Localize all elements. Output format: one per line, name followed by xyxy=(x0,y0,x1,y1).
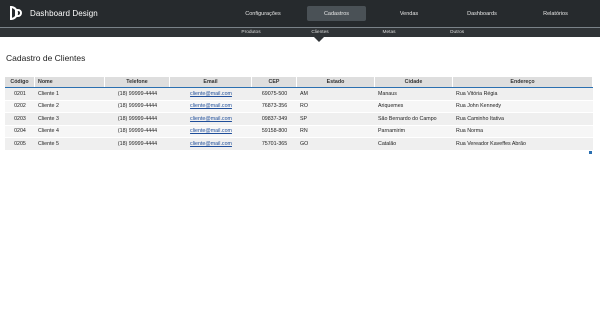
cell-codigo[interactable]: 0204 xyxy=(5,126,35,138)
cell-cidade[interactable]: Manaus xyxy=(375,88,453,100)
cell-codigo[interactable]: 0205 xyxy=(5,138,35,150)
table-row[interactable]: 0204 Cliente 4 (18) 99999-4444 cliente@m… xyxy=(5,125,593,138)
app-title: Dashboard Design xyxy=(30,8,98,18)
nav-item-configuracoes[interactable]: Configurações xyxy=(236,6,290,21)
cell-endereco[interactable]: Rua Caminho Itativa xyxy=(453,113,593,125)
header-nome[interactable]: Nome xyxy=(35,77,105,87)
cell-cidade[interactable]: Catalão xyxy=(375,138,453,150)
cell-endereco[interactable]: Rua Vereador Kaveffes Abrão xyxy=(453,138,593,150)
cell-codigo[interactable]: 0201 xyxy=(5,88,35,100)
header-cidade[interactable]: Cidade xyxy=(375,77,453,87)
cell-endereco[interactable]: Rua Vitória Régia xyxy=(453,88,593,100)
cell-endereco[interactable]: Rua John Kennedy xyxy=(453,101,593,113)
cell-nome[interactable]: Cliente 2 xyxy=(35,101,105,113)
cell-estado[interactable]: RN xyxy=(297,126,375,138)
cell-telefone[interactable]: (18) 99999-4444 xyxy=(105,138,170,150)
brand[interactable]: Dashboard Design xyxy=(10,6,98,20)
subnav-item-outros[interactable]: Outros xyxy=(442,28,472,37)
cell-email-link[interactable]: cliente@mail.com xyxy=(170,88,252,100)
header-email[interactable]: Email xyxy=(170,77,252,87)
header-cep[interactable]: CEP xyxy=(252,77,297,87)
header-codigo[interactable]: Código xyxy=(5,77,35,87)
cell-estado[interactable]: RO xyxy=(297,101,375,113)
nav-item-relatorios[interactable]: Relatórios xyxy=(533,6,578,21)
cell-email-link[interactable]: cliente@mail.com xyxy=(170,101,252,113)
subnav-item-clientes[interactable]: Clientes xyxy=(303,28,337,37)
table-row[interactable]: 0203 Cliente 3 (18) 99999-4444 cliente@m… xyxy=(5,113,593,126)
cell-telefone[interactable]: (18) 99999-4444 xyxy=(105,88,170,100)
page-title: Cadastro de Clientes xyxy=(6,53,86,63)
table-resize-handle[interactable] xyxy=(589,151,592,154)
table-row[interactable]: 0205 Cliente 5 (18) 99999-4444 cliente@m… xyxy=(5,138,593,151)
cell-codigo[interactable]: 0203 xyxy=(5,113,35,125)
header-estado[interactable]: Estado xyxy=(297,77,375,87)
top-navigation-bar: Dashboard Design Configurações Cadastros… xyxy=(0,0,600,27)
cell-cep[interactable]: 76873-356 xyxy=(252,101,297,113)
table-body: 0201 Cliente 1 (18) 99999-4444 cliente@m… xyxy=(5,88,593,151)
cell-nome[interactable]: Cliente 3 xyxy=(35,113,105,125)
cell-email-link[interactable]: cliente@mail.com xyxy=(170,138,252,150)
cell-cidade[interactable]: São Bernardo do Campo xyxy=(375,113,453,125)
cell-nome[interactable]: Cliente 4 xyxy=(35,126,105,138)
cell-estado[interactable]: SP xyxy=(297,113,375,125)
cell-estado[interactable]: GO xyxy=(297,138,375,150)
cell-nome[interactable]: Cliente 1 xyxy=(35,88,105,100)
nav-item-cadastros[interactable]: Cadastros xyxy=(307,6,366,21)
cell-telefone[interactable]: (18) 99999-4444 xyxy=(105,101,170,113)
cell-email-link[interactable]: cliente@mail.com xyxy=(170,113,252,125)
cell-telefone[interactable]: (18) 99999-4444 xyxy=(105,113,170,125)
cell-endereco[interactable]: Rua Norma xyxy=(453,126,593,138)
header-endereco[interactable]: Endereço xyxy=(453,77,593,87)
cell-cidade[interactable]: Parnamirim xyxy=(375,126,453,138)
cell-estado[interactable]: AM xyxy=(297,88,375,100)
header-telefone[interactable]: Telefone xyxy=(105,77,170,87)
clients-table: Código Nome Telefone Email CEP Estado Ci… xyxy=(5,77,593,151)
cell-telefone[interactable]: (18) 99999-4444 xyxy=(105,126,170,138)
cell-email-link[interactable]: cliente@mail.com xyxy=(170,126,252,138)
nav-item-dashboards[interactable]: Dashboards xyxy=(458,6,506,21)
cell-cep[interactable]: 69075-500 xyxy=(252,88,297,100)
nav-item-vendas[interactable]: Vendas xyxy=(388,6,430,21)
sub-navigation-bar: Produtos Clientes Metas Outros xyxy=(0,28,600,37)
cell-cep[interactable]: 75701-365 xyxy=(252,138,297,150)
logo-icon xyxy=(10,6,24,20)
cell-codigo[interactable]: 0202 xyxy=(5,101,35,113)
table-header-row: Código Nome Telefone Email CEP Estado Ci… xyxy=(5,77,593,88)
cell-cep[interactable]: 59158-800 xyxy=(252,126,297,138)
cell-cep[interactable]: 09837-349 xyxy=(252,113,297,125)
cell-cidade[interactable]: Ariquemes xyxy=(375,101,453,113)
subnav-item-produtos[interactable]: Produtos xyxy=(234,28,268,37)
subnav-item-metas[interactable]: Metas xyxy=(374,28,404,37)
active-subnav-indicator xyxy=(314,37,324,42)
table-row[interactable]: 0202 Cliente 2 (18) 99999-4444 cliente@m… xyxy=(5,100,593,113)
cell-nome[interactable]: Cliente 5 xyxy=(35,138,105,150)
table-row[interactable]: 0201 Cliente 1 (18) 99999-4444 cliente@m… xyxy=(5,88,593,101)
